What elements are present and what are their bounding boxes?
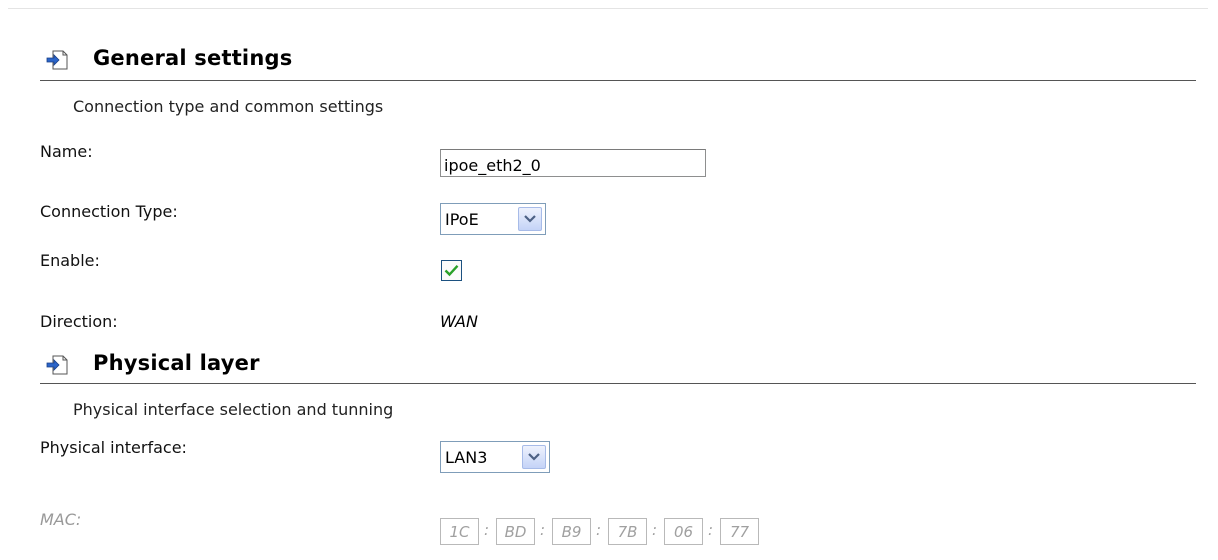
mac-octet-5: 06 [664,518,703,545]
physical-interface-select[interactable]: LAN3 [440,441,550,473]
mac-separator: : [484,521,490,539]
physical-interface-dropdown-button[interactable] [522,445,546,469]
enable-label: Enable: [40,251,100,270]
physical-interface-label: Physical interface: [40,438,187,457]
name-input[interactable] [440,149,706,177]
mac-octet-1: 1C [440,518,479,545]
top-divider [8,8,1208,9]
mac-separator: : [596,521,602,539]
connection-type-select[interactable]: IPoE [440,203,546,235]
physical-description: Physical interface selection and tunning [73,400,394,419]
physical-layer-title: Physical layer [93,351,260,375]
name-label: Name: [40,142,93,161]
general-settings-title: General settings [93,46,293,70]
mac-separator: : [708,521,714,539]
physical-interface-value: LAN3 [445,447,488,467]
checkmark-icon [444,264,459,277]
mac-octet-6: 77 [720,518,759,545]
mac-octet-3: B9 [552,518,591,545]
connection-type-label: Connection Type: [40,202,178,221]
page-arrow-icon [46,355,68,375]
direction-label: Direction: [40,312,118,331]
chevron-down-icon [528,453,540,461]
connection-type-value: IPoE [445,209,479,229]
mac-separator: : [652,521,658,539]
physical-section-rule [40,383,1196,384]
connection-type-dropdown-button[interactable] [518,207,542,231]
mac-octet-2: BD [496,518,535,545]
enable-checkbox[interactable] [441,260,462,281]
chevron-down-icon [524,215,536,223]
mac-label: MAC: [40,510,82,529]
mac-octet-4: 7B [608,518,647,545]
general-section-rule [40,80,1196,81]
mac-separator: : [540,521,546,539]
general-description: Connection type and common settings [73,97,384,116]
direction-value: WAN [440,312,478,331]
page-arrow-icon [46,50,68,70]
